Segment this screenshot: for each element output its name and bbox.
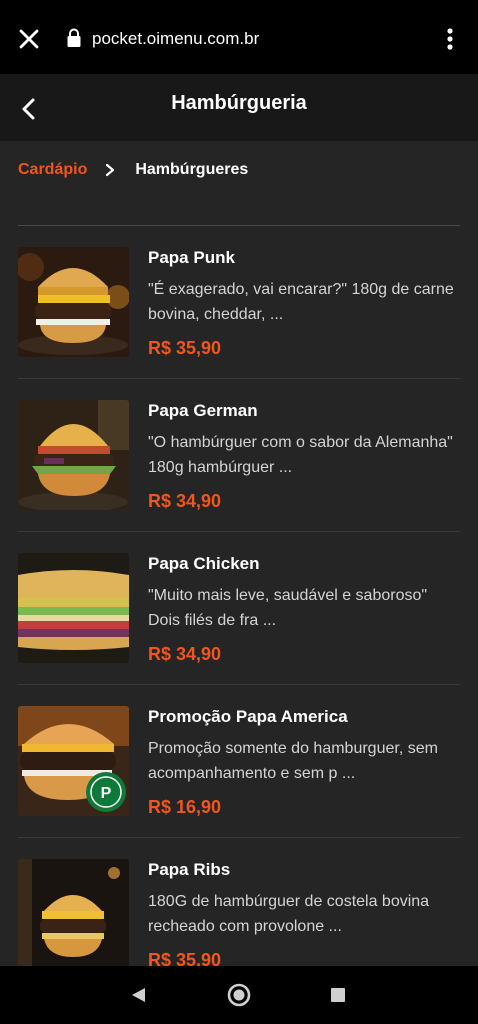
recent-apps-icon[interactable] — [330, 987, 346, 1003]
item-name: Papa Chicken — [148, 554, 260, 573]
item-description: 180G de hambúrguer de costela bovina rec… — [148, 893, 430, 935]
product-image — [18, 553, 129, 663]
item-name: Papa German — [148, 401, 258, 420]
chevron-right-icon — [106, 163, 115, 177]
item-name: Papa Ribs — [148, 860, 231, 879]
item-name: Promoção Papa America — [148, 707, 348, 726]
close-icon[interactable] — [14, 24, 44, 54]
list-item[interactable]: Papa German "O hambúrguer com o sabor da… — [0, 379, 478, 532]
product-image — [18, 247, 129, 357]
app-header: Hambúrgueria — [0, 74, 478, 141]
lock-icon — [67, 28, 81, 47]
item-description: "É exagerado, vai encarar?" 180g de carn… — [148, 281, 454, 323]
item-description: "O hambúrguer com o sabor da Alemanha" 1… — [148, 434, 453, 476]
svg-text:P: P — [101, 785, 112, 802]
item-price: R$ 35,90 — [148, 338, 222, 358]
breadcrumb-link-cardapio[interactable]: Cardápio — [18, 161, 87, 179]
list-item[interactable]: Papa Chicken "Muito mais leve, saudável … — [0, 532, 478, 685]
product-image: P — [18, 706, 129, 816]
back-triangle-icon[interactable] — [128, 985, 148, 1005]
list-item[interactable]: P Promoção Papa America Promoção somente… — [0, 685, 478, 838]
breadcrumb: Cardápio Hambúrgueres — [18, 158, 248, 182]
home-circle-icon[interactable] — [226, 982, 252, 1008]
breadcrumb-current: Hambúrgueres — [135, 161, 249, 178]
system-nav-bar — [0, 966, 478, 1024]
browser-top-bar: pocket.oimenu.com.br — [0, 0, 478, 74]
item-price: R$ 16,90 — [148, 797, 222, 817]
item-price: R$ 34,90 — [148, 644, 222, 664]
item-description: Promoção somente do hamburguer, sem acom… — [148, 740, 438, 782]
item-price: R$ 34,90 — [148, 491, 222, 511]
product-image — [18, 400, 129, 510]
browser-url[interactable]: pocket.oimenu.com.br — [92, 28, 259, 50]
page-title: Hambúrgueria — [171, 92, 307, 114]
list-item[interactable]: Papa Punk "É exagerado, vai encarar?" 18… — [0, 226, 478, 379]
item-description: "Muito mais leve, saudável e saboroso" D… — [148, 587, 428, 629]
more-vertical-icon[interactable] — [440, 24, 460, 54]
item-name: Papa Punk — [148, 248, 235, 267]
product-image — [18, 859, 129, 969]
